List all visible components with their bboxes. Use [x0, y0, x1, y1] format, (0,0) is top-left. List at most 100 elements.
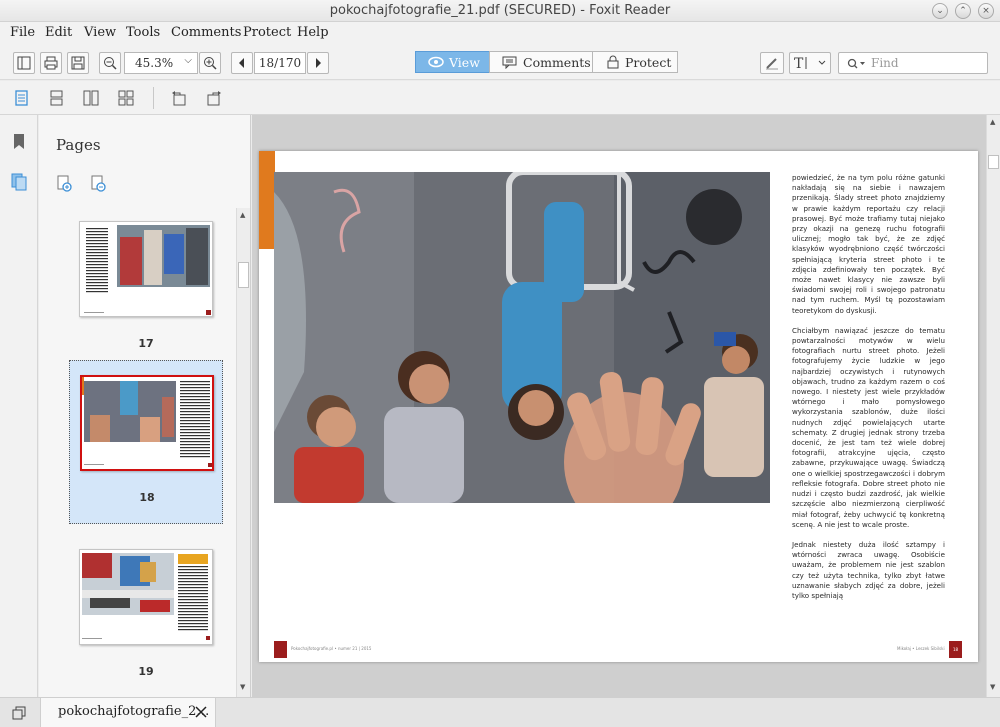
window-title: pokochajfotografie_21.pdf (SECURED) - Fo…: [329, 3, 671, 18]
menu-protect[interactable]: Protect: [243, 25, 291, 40]
eye-icon: [428, 56, 444, 68]
save-button[interactable]: [67, 52, 89, 74]
thumbnail-image: [80, 375, 214, 471]
find-placeholder: Find: [871, 56, 899, 70]
article-paragraph: powiedzieć, że na tym polu różne gatunki…: [792, 173, 945, 315]
page-footer-text: Pokochajfotografie.pl • numer 21 | 2015: [291, 646, 372, 651]
zoom-select[interactable]: 45.3% ⌵: [124, 52, 198, 74]
chevron-up-icon[interactable]: ⌃: [955, 3, 971, 19]
magazine-logo: [274, 641, 287, 658]
chevron-left-icon: [239, 58, 244, 68]
print-button[interactable]: [40, 52, 62, 74]
scroll-down-icon[interactable]: ▼: [990, 683, 995, 691]
thumbnail-image: [79, 549, 213, 645]
document-scrollbar[interactable]: ▲ ▼: [986, 115, 1000, 697]
document-tab-bar: pokochajfotografie_2…: [0, 697, 1000, 727]
scrollbar-thumb[interactable]: [988, 155, 999, 169]
document-tab-label: pokochajfotografie_2…: [58, 704, 210, 719]
page-thumbnail-17[interactable]: 17: [69, 209, 223, 371]
lock-icon: [607, 55, 619, 69]
tab-view-label: View: [449, 55, 480, 70]
zoom-in-icon: [204, 57, 217, 70]
navigation-strip: [0, 115, 38, 697]
chevron-down-icon[interactable]: ⌄: [932, 3, 948, 19]
bookmark-icon[interactable]: [12, 133, 26, 151]
continuous-page-icon[interactable]: [49, 90, 65, 106]
menu-help[interactable]: Help: [297, 25, 329, 40]
street-photo: [274, 172, 770, 503]
chevron-down-icon: ⌵: [184, 55, 192, 66]
restore-window-icon[interactable]: [12, 706, 26, 720]
view-toolbar: [0, 81, 1000, 115]
page-number-input[interactable]: 18/170: [254, 52, 306, 74]
scroll-up-icon[interactable]: ▲: [240, 211, 245, 219]
photo-illustration: [274, 172, 770, 503]
zoom-out-button[interactable]: [99, 52, 121, 74]
printer-icon: [44, 56, 58, 70]
continuous-facing-icon[interactable]: [118, 90, 134, 106]
thumbnail-number: 17: [138, 337, 154, 350]
article-paragraph: Jednak niestety duża ilość sztampy i wtó…: [792, 539, 945, 600]
menu-view[interactable]: View: [84, 25, 116, 40]
zoom-in-button[interactable]: [199, 52, 221, 74]
tab-comments-label: Comments: [523, 55, 591, 70]
text-select-button[interactable]: T: [789, 52, 831, 74]
scroll-up-icon[interactable]: ▲: [990, 118, 995, 126]
previous-page-button[interactable]: [231, 52, 253, 74]
highlight-button[interactable]: [760, 52, 784, 74]
sidebar-toggle-button[interactable]: [13, 52, 35, 74]
comment-icon: [502, 56, 517, 69]
scroll-down-icon[interactable]: ▼: [240, 683, 245, 691]
svg-text:T: T: [794, 56, 804, 70]
facing-pages-icon[interactable]: [83, 90, 99, 106]
article-text: powiedzieć, że na tym polu różne gatunki…: [792, 173, 945, 611]
close-icon[interactable]: [195, 706, 207, 718]
scrollbar-thumb[interactable]: [238, 262, 249, 288]
pdf-page: powiedzieć, że na tym polu różne gatunki…: [259, 151, 978, 662]
chevron-right-icon: [316, 58, 321, 68]
thumbnail-number: 18: [139, 491, 155, 504]
next-page-button[interactable]: [307, 52, 329, 74]
toolbar-divider: [153, 87, 154, 109]
sidebar-icon: [17, 56, 31, 70]
page-preview-17: [84, 225, 211, 315]
reduce-thumbnail-icon[interactable]: [91, 175, 107, 193]
rotate-right-icon[interactable]: [206, 90, 222, 106]
page-preview-18: [82, 377, 212, 467]
single-page-icon[interactable]: [14, 90, 30, 106]
article-paragraph: Chciałbym nawiązać jeszcze do tematu pow…: [792, 325, 945, 529]
text-cursor-icon: T: [794, 56, 826, 70]
pen-icon: [766, 58, 778, 70]
title-bar: pokochajfotografie_21.pdf (SECURED) - Fo…: [0, 0, 1000, 22]
menu-comments[interactable]: Comments: [171, 25, 241, 40]
pages-panel: Pages 17 18 19: [39, 115, 251, 697]
save-icon: [71, 56, 85, 70]
thumbnail-list: 17 18 19: [39, 209, 235, 697]
menu-file[interactable]: File: [10, 25, 35, 40]
pages-panel-title: Pages: [56, 136, 101, 154]
tab-protect-label: Protect: [625, 55, 672, 70]
menu-tools[interactable]: Tools: [126, 25, 160, 40]
pages-icon[interactable]: [11, 173, 27, 191]
page-accent-bar: [259, 151, 275, 249]
page-indicator: 18/170: [258, 56, 302, 70]
thumbnail-image: [79, 221, 213, 317]
page-footer-author: Mikołaj • Leszek Sibilski: [897, 646, 945, 651]
tab-comments[interactable]: Comments: [489, 51, 593, 73]
menu-bar: File Edit View Tools Comments Protect He…: [0, 22, 1000, 44]
thumbnail-scrollbar[interactable]: ▲ ▼: [236, 208, 250, 697]
search-icon: [847, 58, 865, 69]
find-input[interactable]: Find: [838, 52, 988, 74]
zoom-out-icon: [104, 57, 117, 70]
tab-view[interactable]: View: [415, 51, 490, 73]
page-thumbnail-19[interactable]: 19: [69, 535, 223, 697]
tab-protect[interactable]: Protect: [592, 51, 678, 73]
page-preview-19: [82, 553, 210, 640]
thumbnail-number: 19: [138, 665, 154, 678]
menu-edit[interactable]: Edit: [45, 25, 72, 40]
document-tab[interactable]: pokochajfotografie_2…: [40, 698, 216, 727]
rotate-left-icon[interactable]: [171, 90, 187, 106]
close-icon[interactable]: ×: [978, 3, 994, 19]
page-thumbnail-18[interactable]: 18: [69, 360, 223, 524]
enlarge-thumbnail-icon[interactable]: [57, 175, 73, 193]
